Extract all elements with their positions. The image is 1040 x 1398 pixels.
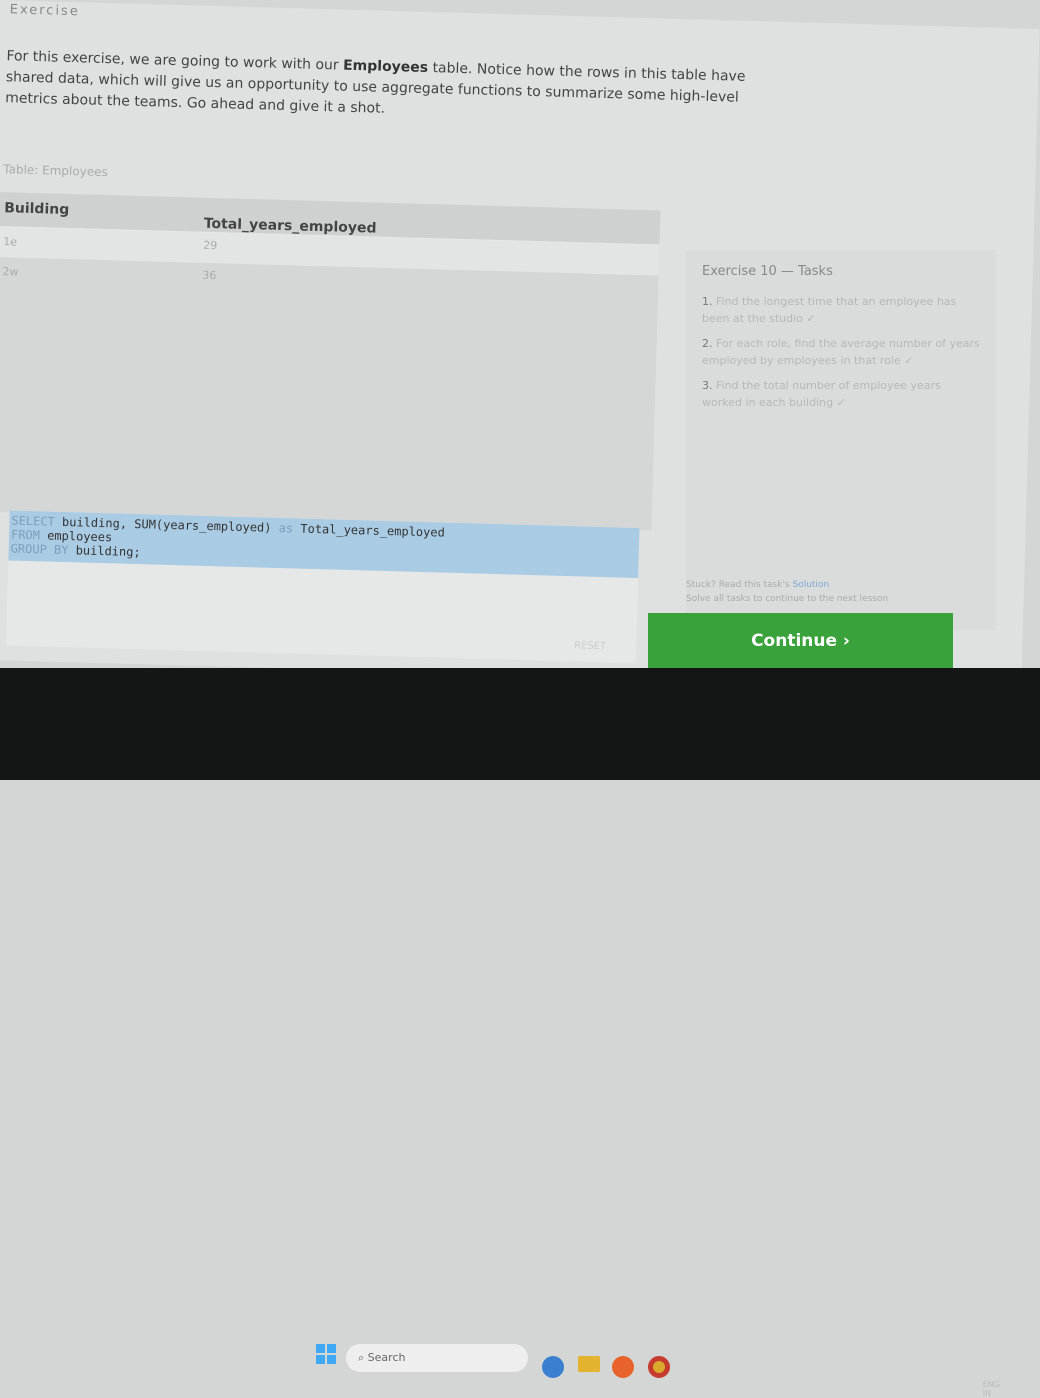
solve-all-text: Solve all tasks to continue to the next … <box>686 594 889 604</box>
task-item: 2. For each role, find the average numbe… <box>702 335 980 369</box>
lang-text: ENG <box>982 1380 1000 1389</box>
results-table: Building Total_years_employed 1e 29 2w 36 <box>0 192 661 531</box>
stuck-text: Stuck? Read this task's <box>686 580 793 590</box>
windows-start-icon[interactable] <box>316 1344 336 1364</box>
solution-link[interactable]: Solution <box>792 580 829 590</box>
reset-button[interactable]: RESET <box>574 640 606 652</box>
widgets-icon[interactable] <box>542 1356 564 1378</box>
task-text: Find the longest time that an employee h… <box>702 295 957 325</box>
column-header: Building <box>3 200 70 219</box>
table-cell: 1e <box>3 235 18 249</box>
table-cell: 36 <box>202 268 217 283</box>
continue-button[interactable]: Continue › <box>648 613 953 669</box>
intro-bold: Employees <box>342 57 429 76</box>
sql-keyword: FROM <box>10 527 41 543</box>
taskbar-search[interactable]: ⌕ Search <box>346 1344 528 1372</box>
task-number: 2. <box>702 337 713 350</box>
search-placeholder: Search <box>367 1351 406 1364</box>
chrome-icon[interactable] <box>648 1356 670 1378</box>
region-text: IN <box>982 1389 992 1398</box>
language-indicator[interactable]: ENG IN <box>983 1380 1000 1398</box>
exercise-heading: Exercise <box>9 2 81 20</box>
intro-text: For this exercise, we are going to work … <box>5 46 766 130</box>
help-text: Stuck? Read this task's Solution Solve al… <box>686 578 888 606</box>
task-number: 3. <box>702 379 713 392</box>
sql-keyword: GROUP BY <box>10 541 69 558</box>
sql-text: building; <box>68 543 141 560</box>
taskbar: ⌕ Search ENG IN <box>0 668 1040 1398</box>
task-text: Find the total number of employee years … <box>702 379 941 409</box>
file-explorer-icon[interactable] <box>578 1356 600 1372</box>
table-cell: 2w <box>2 265 19 279</box>
search-icon: ⌕ <box>358 1351 368 1364</box>
table-cell: 29 <box>203 238 218 253</box>
task-text: For each role, find the average number o… <box>702 337 980 367</box>
tasks-panel: Exercise 10 — Tasks 1. Find the longest … <box>686 250 996 630</box>
task-list: 1. Find the longest time that an employe… <box>702 293 980 411</box>
sql-text: Total_years_employed <box>292 521 445 540</box>
column-header: Total_years_employed <box>203 215 377 237</box>
task-number: 1. <box>702 295 713 308</box>
tasks-title: Exercise 10 — Tasks <box>702 264 833 279</box>
sql-editor[interactable]: SELECT building, SUM(years_employed) as … <box>5 510 640 664</box>
sql-keyword: as <box>278 520 294 536</box>
sql-keyword: SELECT <box>11 513 56 529</box>
task-item: 1. Find the longest time that an employe… <box>702 293 980 327</box>
table-caption: Table: Employees <box>3 162 109 180</box>
task-item: 3. Find the total number of employee yea… <box>702 377 980 411</box>
firefox-icon[interactable] <box>612 1356 634 1378</box>
